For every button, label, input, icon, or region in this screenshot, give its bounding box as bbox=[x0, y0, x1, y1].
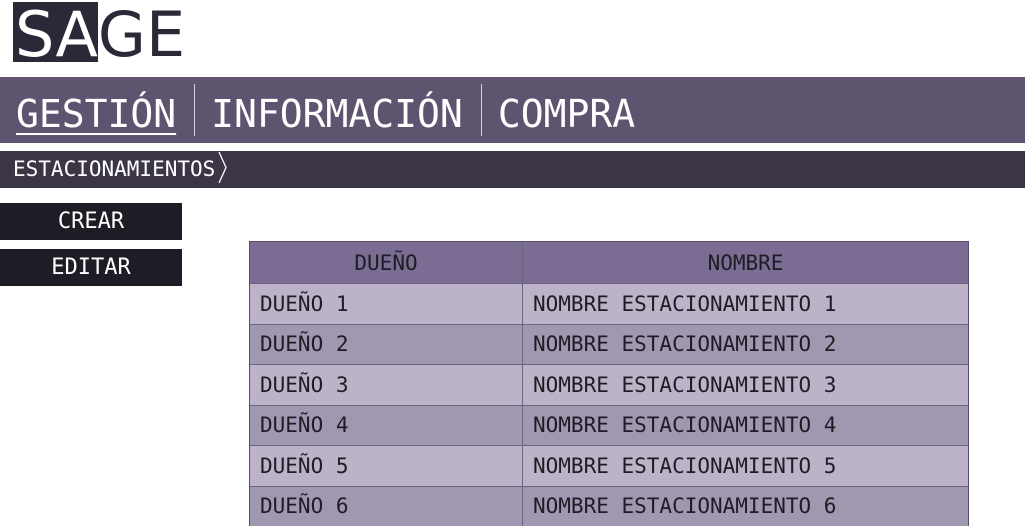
table-row[interactable]: DUEÑO 4 NOMBRE ESTACIONAMIENTO 4 bbox=[250, 404, 968, 445]
crear-button[interactable]: CREAR bbox=[0, 203, 182, 240]
name-cell: NOMBRE ESTACIONAMIENTO 3 bbox=[533, 372, 837, 397]
breadcrumb[interactable]: ESTACIONAMIENTOS bbox=[0, 151, 229, 188]
logo-part-dark: SA bbox=[13, 0, 98, 71]
breadcrumb-bar: ESTACIONAMIENTOS bbox=[0, 151, 1025, 188]
column-header-dueno[interactable]: DUEÑO bbox=[250, 242, 523, 283]
table-row[interactable]: DUEÑO 2 NOMBRE ESTACIONAMIENTO 2 bbox=[250, 323, 968, 364]
name-cell: NOMBRE ESTACIONAMIENTO 5 bbox=[533, 453, 837, 478]
name-cell: NOMBRE ESTACIONAMIENTO 2 bbox=[533, 332, 837, 357]
chevron-right-icon bbox=[217, 149, 229, 190]
table-row[interactable]: DUEÑO 3 NOMBRE ESTACIONAMIENTO 3 bbox=[250, 364, 968, 405]
nav-item-compra[interactable]: COMPRA bbox=[482, 83, 653, 137]
column-header-nombre[interactable]: NOMBRE bbox=[523, 242, 968, 283]
table-header-row: DUEÑO NOMBRE bbox=[250, 242, 968, 283]
editar-button[interactable]: EDITAR bbox=[0, 249, 182, 286]
name-cell: NOMBRE ESTACIONAMIENTO 1 bbox=[533, 291, 837, 316]
table-row[interactable]: DUEÑO 6 NOMBRE ESTACIONAMIENTO 6 bbox=[250, 485, 968, 526]
owner-cell: DUEÑO 3 bbox=[250, 365, 523, 405]
top-nav: GESTIÓN INFORMACIÓN COMPRA bbox=[0, 77, 1025, 143]
owner-cell: DUEÑO 6 bbox=[250, 486, 523, 526]
owner-cell: DUEÑO 4 bbox=[250, 405, 523, 445]
owner-cell: DUEÑO 2 bbox=[250, 324, 523, 364]
table-row[interactable]: DUEÑO 5 NOMBRE ESTACIONAMIENTO 5 bbox=[250, 445, 968, 486]
nav-item-informacion[interactable]: INFORMACIÓN bbox=[195, 83, 481, 137]
name-cell: NOMBRE ESTACIONAMIENTO 6 bbox=[533, 494, 837, 519]
owner-cell: DUEÑO 5 bbox=[250, 446, 523, 486]
logo-part-light: GE bbox=[97, 0, 186, 71]
page: SA GE GESTIÓN INFORMACIÓN COMPRA ESTACION… bbox=[0, 0, 1025, 526]
name-cell: NOMBRE ESTACIONAMIENTO 4 bbox=[533, 413, 837, 438]
owner-cell: DUEÑO 1 bbox=[250, 284, 523, 324]
breadcrumb-label: ESTACIONAMIENTOS bbox=[13, 157, 216, 181]
parking-table: DUEÑO NOMBRE DUEÑO 1 NOMBRE ESTACIONAMIE… bbox=[249, 241, 969, 526]
nav-item-gestion[interactable]: GESTIÓN bbox=[0, 83, 194, 137]
logo: SA GE bbox=[13, 0, 186, 71]
table-row[interactable]: DUEÑO 1 NOMBRE ESTACIONAMIENTO 1 bbox=[250, 283, 968, 324]
